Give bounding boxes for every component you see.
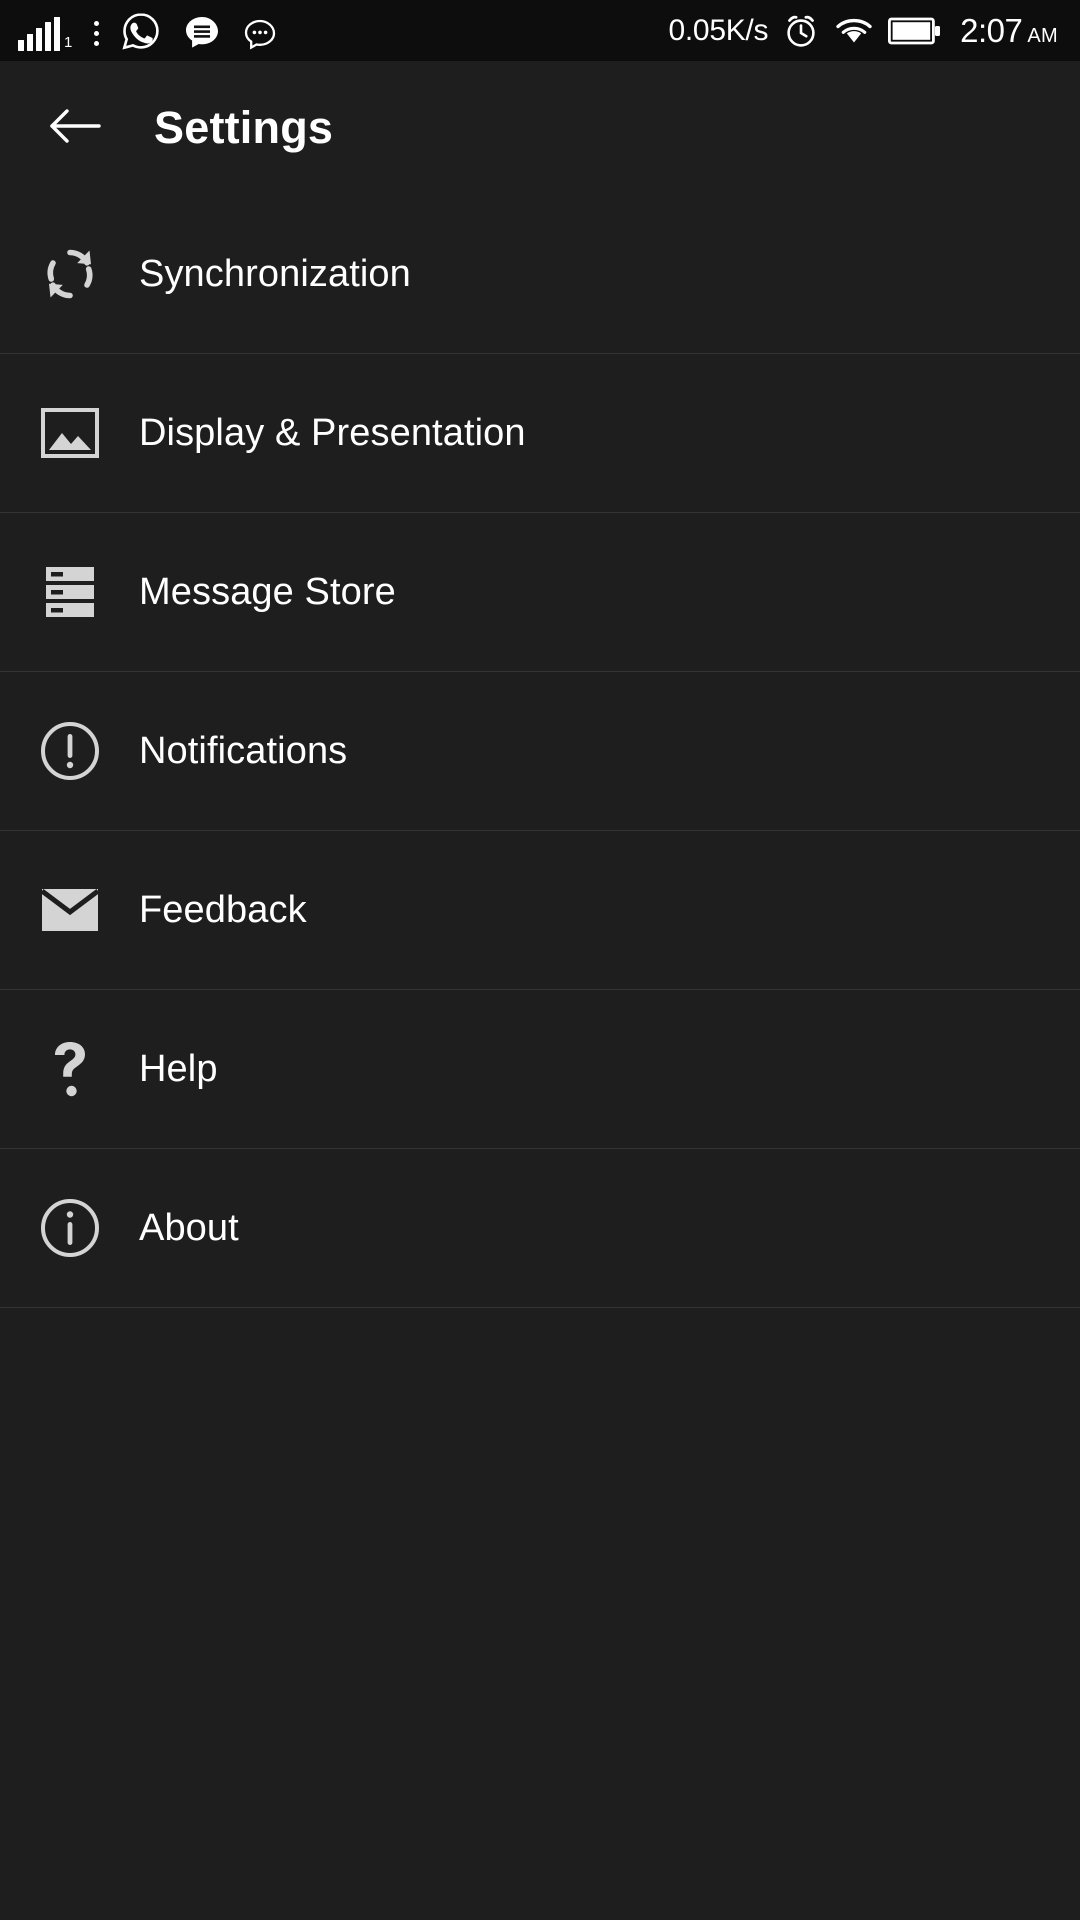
image-icon [0, 402, 139, 464]
status-bar-right: 0.05K/s 2:07 AM [669, 12, 1058, 50]
settings-item-message-store[interactable]: Message Store [0, 513, 1080, 672]
back-button[interactable] [44, 97, 106, 159]
three-dot-menu-icon [94, 17, 100, 51]
settings-item-feedback[interactable]: Feedback [0, 831, 1080, 990]
settings-item-label: Display & Presentation [139, 411, 526, 454]
settings-item-synchronization[interactable]: Synchronization [0, 195, 1080, 354]
settings-item-label: Message Store [139, 570, 396, 613]
settings-item-label: Synchronization [139, 252, 411, 295]
network-speed-label: 0.05K/s [668, 13, 769, 47]
question-mark-icon [0, 1037, 139, 1101]
status-bar: 1 0.05K/s 2:07 AM [0, 0, 1080, 61]
sync-icon [0, 241, 139, 307]
chat-dots-icon [243, 17, 277, 51]
battery-full-icon [888, 16, 942, 46]
settings-item-notifications[interactable]: Notifications [0, 672, 1080, 831]
storage-icon [0, 563, 139, 621]
status-bar-left: 1 [14, 11, 277, 51]
app-bar: Settings [0, 61, 1080, 195]
settings-item-label: About [139, 1206, 239, 1249]
settings-item-display-presentation[interactable]: Display & Presentation [0, 354, 1080, 513]
clock-time: 2:07 [960, 11, 1023, 49]
page-title: Settings [154, 102, 334, 153]
settings-list: Synchronization Display & Presentation M… [0, 195, 1080, 1308]
settings-item-label: Help [139, 1047, 218, 1090]
signal-bars-icon [18, 16, 63, 51]
info-circle-icon [0, 1196, 139, 1260]
alarm-clock-icon [782, 12, 820, 50]
signal-sim-label: 1 [64, 33, 73, 51]
settings-item-about[interactable]: About [0, 1149, 1080, 1308]
settings-item-label: Feedback [139, 888, 307, 931]
settings-item-help[interactable]: Help [0, 990, 1080, 1149]
clock: 2:07 AM [960, 12, 1058, 50]
wifi-icon [834, 15, 874, 47]
back-arrow-icon [47, 105, 103, 152]
envelope-icon [0, 884, 139, 936]
clock-ampm: AM [1027, 24, 1058, 47]
message-bubble-icon [183, 13, 221, 51]
whatsapp-icon [121, 11, 161, 51]
alert-circle-icon [0, 719, 139, 783]
settings-item-label: Notifications [139, 729, 348, 772]
